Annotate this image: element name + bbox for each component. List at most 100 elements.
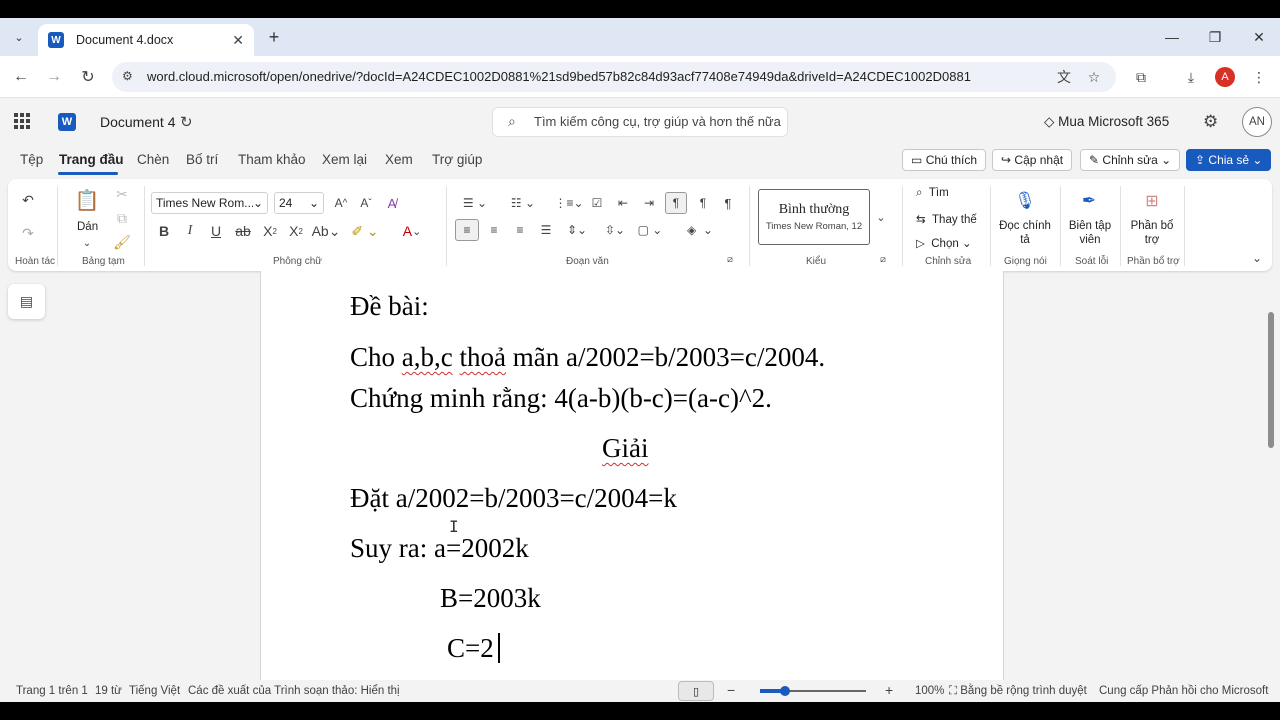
forward-arrow-icon[interactable]: →	[43, 66, 65, 88]
ltr-paragraph-icon[interactable]: ¶	[665, 192, 687, 214]
doc-line-problem-heading[interactable]: Đề bài:	[350, 291, 429, 322]
tab-references[interactable]: Tham khảo	[238, 152, 306, 167]
settings-gear-icon[interactable]: ⚙	[1203, 112, 1218, 132]
align-right-icon[interactable]: ≡	[511, 221, 529, 239]
word-count[interactable]: 19 từ	[95, 685, 122, 697]
show-marks-icon[interactable]: ¶	[719, 194, 737, 212]
minimize-icon[interactable]: —	[1160, 26, 1184, 48]
document-name[interactable]: Document 4	[100, 114, 175, 130]
language[interactable]: Tiếng Việt	[129, 685, 180, 697]
checklist-icon[interactable]: ☑	[588, 194, 606, 212]
restore-icon[interactable]: ❐	[1203, 26, 1227, 48]
strikethrough-icon[interactable]: ab	[233, 222, 253, 240]
doc-line-a[interactable]: Suy ra: a=2002k	[350, 533, 529, 564]
paragraph-dialog-launcher-icon[interactable]: ⧄	[724, 253, 736, 265]
comments-button[interactable]: ▭ Chú thích	[902, 149, 987, 171]
superscript-icon[interactable]: X2	[286, 222, 306, 240]
increase-indent-icon[interactable]: ⇥	[640, 194, 658, 212]
multilevel-list-icon[interactable]: ⋮≡⌄	[554, 194, 584, 212]
align-left-icon[interactable]: ≡	[455, 219, 479, 241]
bookmark-star-icon[interactable]: ☆	[1084, 67, 1104, 87]
doc-line-b[interactable]: B=2003k	[440, 583, 541, 614]
format-painter-icon[interactable]: 🖌	[113, 233, 131, 251]
doc-line-prove[interactable]: Chứng minh rằng: 4(a-b)(b-c)=(a-c)^2.	[350, 383, 772, 414]
line-spacing-icon[interactable]: ⇕⌄	[562, 221, 592, 239]
zoom-in-icon[interactable]: +	[885, 682, 893, 698]
fit-width-button[interactable]: ⛶ Bằng bề rộng trình duyệt	[949, 685, 1087, 698]
ribbon-expand-chevron-icon[interactable]: ⌄	[1249, 250, 1265, 266]
page-count[interactable]: Trang 1 trên 1	[16, 685, 88, 697]
paragraph-spacing-icon[interactable]: ⇳⌄	[600, 221, 630, 239]
paste-label[interactable]: Dán	[77, 221, 98, 233]
align-center-icon[interactable]: ≡	[485, 221, 503, 239]
doc-line-set-k[interactable]: Đặt a/2002=b/2003=c/2004=k	[350, 483, 677, 514]
extensions-icon[interactable]: ⧉	[1131, 67, 1151, 87]
shrink-font-icon[interactable]: Aˇ	[357, 194, 375, 212]
cut-icon[interactable]: ✂	[113, 185, 131, 203]
bold-icon[interactable]: B	[156, 222, 172, 240]
font-color-icon[interactable]: A ⌄	[394, 222, 430, 240]
font-name-dropdown[interactable]: Times New Rom... ⌄	[151, 192, 268, 214]
editor-pen-icon[interactable]: ✒	[1078, 190, 1100, 212]
reload-icon[interactable]: ↻	[77, 66, 99, 88]
tab-file[interactable]: Tệp	[20, 152, 43, 167]
paste-icon[interactable]: 📋	[74, 187, 100, 213]
profile-avatar[interactable]: A	[1215, 67, 1235, 87]
browser-tab[interactable]: W Document 4.docx ✕	[38, 24, 254, 56]
tab-view[interactable]: Xem	[385, 152, 413, 167]
borders-icon[interactable]: ▢ ⌄	[634, 221, 666, 239]
justify-icon[interactable]: ☰	[537, 221, 555, 239]
sync-status-icon[interactable]: ↻	[180, 113, 193, 131]
browser-menu-icon[interactable]: ⋮	[1249, 67, 1269, 87]
shading-icon[interactable]: ◈ ⌄	[680, 221, 720, 239]
new-tab-plus-icon[interactable]: +	[264, 27, 284, 47]
styles-gallery-chevron-icon[interactable]: ⌄	[873, 189, 889, 245]
select-button[interactable]: ▷ Chọn ⌄	[916, 236, 972, 250]
doc-line-given[interactable]: Cho a,b,c thoả mãn a/2002=b/2003=c/2004.	[350, 342, 825, 373]
feedback-link[interactable]: Cung cấp Phản hồi cho Microsoft	[1099, 685, 1268, 697]
download-icon[interactable]: ⤓	[1181, 67, 1201, 87]
numbering-icon[interactable]: ☷ ⌄	[506, 194, 540, 212]
tab-layout[interactable]: Bố trí	[186, 152, 218, 167]
editor-button[interactable]: Biên tập viên	[1064, 219, 1116, 247]
buy-microsoft-365-button[interactable]: ◇ Mua Microsoft 365	[1044, 114, 1169, 130]
zoom-out-icon[interactable]: −	[727, 682, 735, 698]
rtl-paragraph-icon[interactable]: ¶	[694, 194, 712, 212]
decrease-indent-icon[interactable]: ⇤	[614, 194, 632, 212]
share-button[interactable]: ⇪ Chia sẻ ⌄	[1186, 149, 1272, 171]
copy-icon[interactable]: ⧉	[113, 209, 131, 227]
style-normal[interactable]: Bình thường Times New Roman, 12	[758, 189, 870, 245]
vertical-scrollbar[interactable]	[1268, 312, 1274, 448]
editing-view-icon[interactable]: ▯	[678, 681, 714, 701]
app-launcher-icon[interactable]	[14, 113, 30, 129]
microphone-icon[interactable]: 🎙	[1014, 190, 1036, 212]
highlight-color-icon[interactable]: ✐ ⌄	[349, 222, 381, 240]
search-placeholder[interactable]: Tìm kiếm công cụ, trợ giúp và hơn thế nữ…	[534, 114, 781, 129]
tab-insert[interactable]: Chèn	[137, 152, 169, 167]
document-page[interactable]	[260, 271, 1004, 681]
doc-line-solution-heading[interactable]: Giải	[602, 433, 649, 464]
subscript-icon[interactable]: X2	[260, 222, 280, 240]
navigation-pane-icon[interactable]: ▤	[8, 284, 45, 319]
close-window-icon[interactable]: ✕	[1247, 26, 1271, 48]
change-case-icon[interactable]: Ab⌄	[312, 222, 341, 240]
tab-search-chevron-icon[interactable]: ⌄	[8, 26, 30, 48]
doc-line-c[interactable]: C=2	[447, 633, 494, 664]
bullets-icon[interactable]: ☰ ⌄	[458, 194, 492, 212]
addins-button[interactable]: Phần bổ trợ	[1125, 219, 1179, 247]
tab-home[interactable]: Trang đầu	[59, 152, 124, 167]
clear-formatting-icon[interactable]: A̸	[383, 194, 401, 212]
grow-font-icon[interactable]: A ^	[332, 194, 350, 212]
zoom-level[interactable]: 100%	[915, 685, 944, 697]
translate-icon[interactable]: 文	[1054, 67, 1074, 87]
tab-help[interactable]: Trợ giúp	[432, 152, 482, 167]
user-avatar[interactable]: AN	[1242, 107, 1272, 137]
url-text[interactable]: word.cloud.microsoft/open/onedrive/?docI…	[147, 69, 971, 84]
dictate-button[interactable]: Đọc chính tả	[996, 219, 1054, 247]
font-size-dropdown[interactable]: 24 ⌄	[274, 192, 324, 214]
italic-icon[interactable]: I	[182, 222, 198, 240]
catch-up-button[interactable]: ↪ Cập nhật	[992, 149, 1073, 171]
site-info-icon[interactable]: ⚙	[122, 69, 133, 83]
redo-icon[interactable]: ↷	[18, 223, 38, 243]
underline-icon[interactable]: U	[208, 222, 224, 240]
